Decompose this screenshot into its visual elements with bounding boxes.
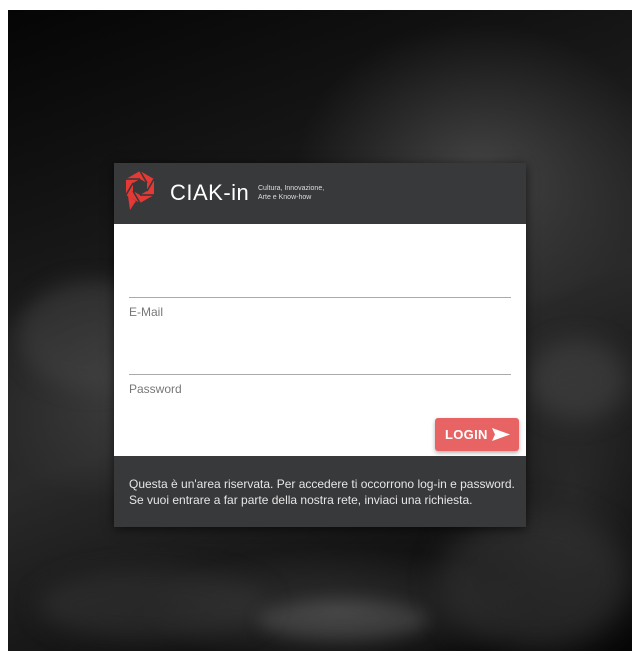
background-shape [528, 340, 628, 420]
login-button[interactable]: LOGIN [435, 418, 519, 451]
brand-tagline-line-1: Cultura, Innovazione, [258, 185, 325, 192]
camera-aperture-icon [125, 170, 155, 210]
background-shape [38, 570, 268, 640]
password-label: Password [129, 382, 182, 396]
background-shape [438, 510, 628, 650]
brand-tagline-line-2: Arte e Know-how [258, 194, 312, 201]
restricted-area-notice: Questa è un'area riservata. Per accedere… [129, 476, 521, 508]
password-field[interactable] [129, 348, 511, 372]
brand-tagline: Cultura, Innovazione, Arte e Know-how [258, 184, 378, 202]
email-field[interactable] [129, 271, 511, 295]
email-field-underline [129, 297, 511, 298]
notice-line-2: Se vuoi entrare a far parte della nostra… [129, 493, 473, 507]
send-icon [492, 428, 510, 441]
login-form: E-Mail Password LOGIN [114, 224, 526, 456]
background-shape [258, 600, 428, 640]
notice-line-1: Questa è un'area riservata. Per accedere… [129, 477, 515, 491]
email-label: E-Mail [129, 305, 164, 319]
login-card: CIAK-in Cultura, Innovazione, Arte e Kno… [114, 163, 526, 527]
brand-name: CIAK-in [170, 180, 250, 205]
password-field-underline [129, 374, 511, 375]
login-button-label: LOGIN [445, 427, 488, 442]
card-header: CIAK-in Cultura, Innovazione, Arte e Kno… [114, 163, 526, 224]
card-footer: Questa è un'area riservata. Per accedere… [114, 456, 526, 527]
